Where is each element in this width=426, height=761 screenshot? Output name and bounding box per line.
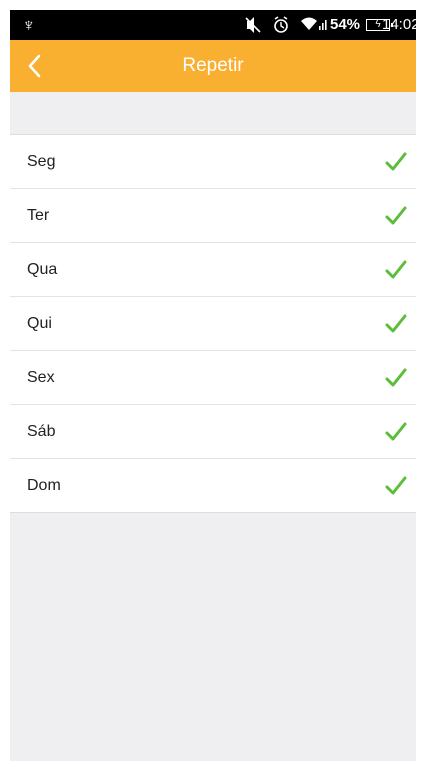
list-item-day[interactable]: Seg	[10, 135, 416, 189]
screen: ♆ 54% ϟ 14:02 Repetir Seg Ter Qua Qui Se…	[10, 10, 416, 761]
wifi-signal-icon	[300, 10, 328, 40]
back-button[interactable]	[22, 52, 50, 80]
day-label: Seg	[27, 153, 56, 170]
status-bar: ♆ 54% ϟ 14:02	[10, 10, 416, 40]
list-item-day[interactable]: Ter	[10, 189, 416, 243]
mute-icon	[244, 10, 262, 40]
list-item-day[interactable]: Sex	[10, 351, 416, 405]
clock-time: 14:02	[382, 16, 416, 33]
checkmark-icon	[385, 476, 407, 495]
day-label: Sáb	[27, 423, 56, 440]
list-item-day[interactable]: Qui	[10, 297, 416, 351]
days-list: Seg Ter Qua Qui Sex Sáb Dom	[10, 134, 416, 513]
list-item-day[interactable]: Dom	[10, 459, 416, 512]
chevron-left-icon	[28, 54, 41, 78]
checkmark-icon	[385, 152, 407, 171]
day-label: Ter	[27, 207, 50, 224]
day-label: Qui	[27, 315, 52, 332]
checkmark-icon	[385, 260, 407, 279]
checkmark-icon	[385, 422, 407, 441]
alarm-icon	[272, 10, 290, 40]
list-item-day[interactable]: Sáb	[10, 405, 416, 459]
battery-percent: 54%	[330, 16, 361, 33]
page-title: Repetir	[182, 55, 244, 76]
usb-icon: ♆	[22, 15, 36, 35]
list-item-day[interactable]: Qua	[10, 243, 416, 297]
day-label: Sex	[27, 369, 55, 386]
checkmark-icon	[385, 206, 407, 225]
checkmark-icon	[385, 314, 407, 333]
day-label: Dom	[27, 477, 61, 494]
app-bar: Repetir	[10, 40, 416, 92]
day-label: Qua	[27, 261, 58, 278]
checkmark-icon	[385, 368, 407, 387]
